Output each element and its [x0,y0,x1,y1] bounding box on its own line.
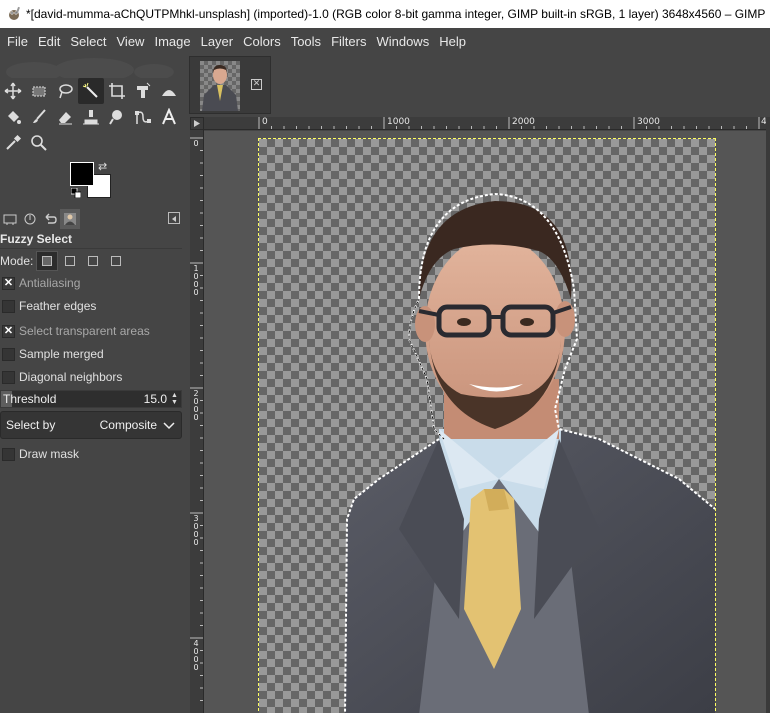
draw-mask-option[interactable]: Draw mask [2,444,79,464]
menu-edit[interactable]: Edit [33,28,65,56]
draw-mask-label: Draw mask [19,447,80,461]
menubar: File Edit Select View Image Layer Colors… [0,28,770,56]
wilber-watermark-icon [6,58,174,78]
foreground-color[interactable] [70,162,94,186]
ruler-corner-button[interactable] [190,117,204,130]
vertical-ruler: 0 1000 2000 3000 4000 [190,130,204,713]
menu-tools[interactable]: Tools [286,28,326,56]
ruler-label-2000: 2000 [512,117,535,127]
image-tabs-bar: ✕ [186,56,770,116]
portrait-photo [344,192,715,713]
reset-colors-icon[interactable] [71,188,81,198]
zoom-tool-icon[interactable] [26,130,52,156]
title-bar: *[david-mumma-aChQUTPMhkl-unsplash] (imp… [0,0,770,28]
gimp-app-icon [9,6,20,20]
divider [0,248,182,249]
sample-merged-label: Sample merged [19,347,104,361]
smudge-tool-icon[interactable] [104,104,130,130]
select-by-value: Composite [99,418,157,432]
antialiasing-checkbox[interactable] [2,276,15,290]
vruler-label-0: 0 [193,139,199,148]
menu-file[interactable]: File [2,28,33,56]
threshold-value: 15.0 [143,392,167,406]
menu-help[interactable]: Help [434,28,471,56]
vruler-label-1000: 1000 [193,264,199,297]
paths-tool-icon[interactable] [130,104,156,130]
menu-colors[interactable]: Colors [238,28,286,56]
menu-select[interactable]: Select [65,28,111,56]
color-picker-tool-icon[interactable] [0,130,26,156]
threshold-slider[interactable]: Threshold 15.0 ▲ ▼ [0,390,182,408]
mode-subtract-button[interactable] [82,251,104,271]
antialiasing-option[interactable]: Antialiasing [2,273,80,293]
bucket-fill-tool-icon[interactable] [0,104,26,130]
select-transparent-checkbox[interactable] [2,324,15,338]
chevron-down-icon [163,422,175,430]
menu-view[interactable]: View [112,28,150,56]
vruler-label-2000: 2000 [193,389,199,422]
image-layer[interactable] [258,138,716,713]
close-tab-icon[interactable]: ✕ [251,79,262,90]
ruler-label-0: 0 [262,117,268,127]
device-status-tab-icon[interactable] [20,209,40,229]
vertical-scrollbar[interactable] [766,117,770,713]
vruler-label-4000: 4000 [193,639,199,672]
tool-options-title: Fuzzy Select [0,232,73,246]
select-by-label: Select by [6,418,56,432]
select-transparent-option[interactable]: Select transparent areas [2,321,150,341]
text-tool-icon[interactable] [156,104,182,130]
sample-merged-checkbox[interactable] [2,347,15,361]
clone-tool-icon[interactable] [78,104,104,130]
mode-add-button[interactable] [59,251,81,271]
ruler-label-3000: 3000 [637,117,660,127]
tool-options-tab-icon[interactable] [0,209,20,229]
diagonal-neighbors-checkbox[interactable] [2,370,15,384]
toolbox: ⇄ Fuzzy Select Mode: Antialiasing Feathe… [0,56,186,713]
dock-menu-icon[interactable] [168,212,180,224]
swap-colors-icon[interactable]: ⇄ [98,160,107,173]
lasso-tool-icon[interactable] [52,78,78,104]
menu-image[interactable]: Image [149,28,195,56]
crop-tool-icon[interactable] [104,78,130,104]
select-transparent-label: Select transparent areas [19,324,150,338]
eraser-tool-icon[interactable] [52,104,78,130]
feather-edges-option[interactable]: Feather edges [2,296,96,316]
move-tool-icon[interactable] [0,78,26,104]
rect-select-tool-icon[interactable] [26,78,52,104]
menu-windows[interactable]: Windows [371,28,434,56]
unified-transform-tool-icon[interactable] [130,78,156,104]
window-title: *[david-mumma-aChQUTPMhkl-unsplash] (imp… [26,7,766,21]
dock-tabs [0,208,186,230]
menu-filters[interactable]: Filters [326,28,371,56]
image-tab[interactable]: ✕ [189,56,271,114]
image-thumbnail [200,61,240,111]
mode-replace-button[interactable] [36,251,59,271]
warp-transform-tool-icon[interactable] [156,78,182,104]
ruler-ticks [258,117,760,129]
ruler-label-1000: 1000 [387,117,410,127]
feather-edges-label: Feather edges [19,299,97,313]
vruler-label-3000: 3000 [193,514,199,547]
color-swatches: ⇄ [68,160,116,204]
undo-history-tab-icon[interactable] [40,209,60,229]
sample-merged-option[interactable]: Sample merged [2,344,104,364]
images-tab-icon[interactable] [60,209,80,229]
mode-intersect-button[interactable] [105,251,127,271]
paintbrush-tool-icon[interactable] [26,104,52,130]
threshold-label: Threshold [3,392,57,406]
select-by-dropdown[interactable]: Select by Composite [0,411,182,439]
threshold-spinner-icon[interactable]: ▲ ▼ [171,392,179,406]
fuzzy-select-tool-icon[interactable] [78,78,104,104]
antialiasing-label: Antialiasing [19,276,81,290]
horizontal-ruler: 0 1000 2000 3000 4 [204,117,766,130]
mode-row: Mode: [0,250,128,272]
draw-mask-checkbox[interactable] [2,447,15,461]
mode-label: Mode: [0,254,34,268]
canvas[interactable] [204,131,766,713]
diagonal-neighbors-option[interactable]: Diagonal neighbors [2,367,122,387]
menu-layer[interactable]: Layer [196,28,239,56]
diagonal-neighbors-label: Diagonal neighbors [19,370,123,384]
feather-edges-checkbox[interactable] [2,299,15,313]
